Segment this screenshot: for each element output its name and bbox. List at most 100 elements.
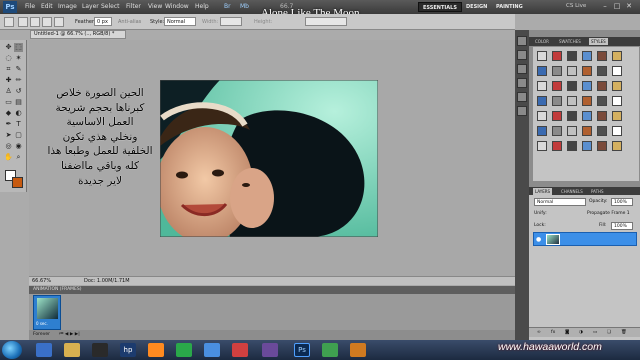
fill-input[interactable]: 100%	[611, 222, 633, 230]
workspace-painting[interactable]: PAINTING	[492, 2, 527, 12]
style-swatch[interactable]	[552, 51, 562, 61]
type-tool-icon[interactable]: T	[14, 120, 23, 129]
cs-live[interactable]: CS Live	[566, 3, 586, 9]
menu-image[interactable]: Image	[58, 3, 77, 10]
menu-help[interactable]: Help	[195, 3, 209, 10]
animation-panel-header[interactable]: ANIMATION (FRAMES)	[29, 286, 515, 294]
style-swatch[interactable]	[612, 96, 622, 106]
frame-delay[interactable]: 0 sec.	[36, 321, 48, 326]
dodge-tool-icon[interactable]: ◐	[14, 109, 23, 118]
style-swatch[interactable]	[612, 66, 622, 76]
zoom-tool-icon[interactable]: ⌕	[14, 153, 23, 162]
document-tab[interactable]: Untitled-1 @ 66.7% (.., RGB/8) *	[30, 30, 126, 39]
minibridge-icon[interactable]: Mb	[240, 3, 249, 10]
status-zoom[interactable]: 66.67%	[32, 277, 51, 285]
move-tool-icon[interactable]: ✥	[4, 43, 13, 52]
adjustment-icon[interactable]: ◑	[579, 330, 583, 335]
style-swatch[interactable]	[612, 111, 622, 121]
style-swatch[interactable]	[537, 66, 547, 76]
style-swatch[interactable]	[552, 126, 562, 136]
subtract-selection-icon[interactable]	[42, 17, 52, 27]
tab-layers[interactable]: LAYERS	[533, 188, 553, 195]
paragraph-panel-icon[interactable]	[517, 106, 527, 116]
style-swatch[interactable]	[597, 51, 607, 61]
marquee-tool-preset-icon[interactable]	[4, 17, 14, 27]
new-selection-icon[interactable]	[18, 17, 28, 27]
first-frame-icon[interactable]: ⏮	[59, 332, 63, 337]
feather-input[interactable]: 0 px	[94, 17, 112, 26]
group-icon[interactable]: ▭	[593, 330, 597, 335]
style-swatch[interactable]	[582, 141, 592, 151]
gradient-tool-icon[interactable]: ▤	[14, 98, 23, 107]
style-swatch[interactable]	[582, 81, 592, 91]
style-swatch[interactable]	[567, 96, 577, 106]
eyedropper-icon[interactable]: ✎	[14, 65, 23, 74]
explorer-icon[interactable]	[64, 343, 80, 357]
style-swatch[interactable]	[612, 51, 622, 61]
crop-tool-icon[interactable]: ⌗	[4, 65, 13, 74]
style-swatch[interactable]	[537, 111, 547, 121]
blur-tool-icon[interactable]: ◆	[4, 109, 13, 118]
tab-channels[interactable]: CHANNELS	[559, 188, 585, 195]
clone-source-icon[interactable]	[517, 78, 527, 88]
style-swatch[interactable]	[537, 81, 547, 91]
photoshop-taskbar-icon[interactable]: Ps	[294, 343, 310, 357]
menu-edit[interactable]: Edit	[41, 3, 53, 10]
loop-select[interactable]: Forever	[33, 332, 50, 337]
ie-icon[interactable]	[36, 343, 52, 357]
app-icon[interactable]	[322, 343, 338, 357]
style-swatch[interactable]	[552, 81, 562, 91]
style-swatch[interactable]	[582, 96, 592, 106]
eye-icon[interactable]: ●	[536, 236, 541, 243]
menu-view[interactable]: View	[148, 3, 162, 10]
style-swatch[interactable]	[597, 141, 607, 151]
magic-wand-icon[interactable]: ✶	[14, 54, 23, 63]
style-swatch[interactable]	[567, 126, 577, 136]
3d-rotate-icon[interactable]: ◎	[4, 142, 13, 151]
close-icon[interactable]: ✕	[624, 2, 634, 11]
path-select-icon[interactable]: ➤	[4, 131, 13, 140]
style-swatch[interactable]	[537, 96, 547, 106]
fx-icon[interactable]: fx	[551, 330, 555, 335]
3d-orbit-icon[interactable]: ◉	[14, 142, 23, 151]
anti-alias-checkbox[interactable]: Anti-alias	[118, 19, 141, 25]
style-swatch[interactable]	[552, 141, 562, 151]
shape-tool-icon[interactable]: ▢	[14, 131, 23, 140]
bridge-icon[interactable]: Br	[224, 3, 231, 10]
opacity-input[interactable]: 100%	[611, 198, 633, 206]
style-swatch[interactable]	[597, 81, 607, 91]
pen-tool-icon[interactable]: ✒	[4, 120, 13, 129]
play-icon[interactable]: ▶	[70, 332, 73, 337]
style-swatch[interactable]	[567, 111, 577, 121]
mask-icon[interactable]: ◙	[565, 330, 569, 335]
style-swatch[interactable]	[552, 96, 562, 106]
lasso-tool-icon[interactable]: ◌	[4, 54, 13, 63]
new-layer-icon[interactable]: ❏	[607, 330, 611, 335]
style-swatch[interactable]	[597, 66, 607, 76]
link-layers-icon[interactable]: ∞	[537, 330, 541, 335]
start-button[interactable]	[2, 341, 22, 359]
style-swatch[interactable]	[597, 126, 607, 136]
opera-icon[interactable]	[232, 343, 248, 357]
history-panel-icon[interactable]	[517, 36, 527, 46]
style-swatch[interactable]	[552, 111, 562, 121]
style-swatch[interactable]	[597, 96, 607, 106]
marquee-tool-icon[interactable]: ⬚	[14, 43, 23, 52]
tab-swatches[interactable]: SWATCHES	[557, 38, 583, 45]
tab-color[interactable]: COLOR	[533, 38, 551, 45]
style-swatch[interactable]	[537, 141, 547, 151]
prev-frame-icon[interactable]: ◀	[65, 332, 68, 337]
menu-layer[interactable]: Layer	[82, 3, 99, 10]
refine-edge-button[interactable]	[305, 17, 347, 26]
style-swatch[interactable]	[552, 66, 562, 76]
history-brush-icon[interactable]: ↺	[14, 87, 23, 96]
workspace-essentials[interactable]: ESSENTIALS	[418, 2, 462, 12]
trash-icon[interactable]: 🗑	[621, 330, 627, 335]
hand-tool-icon[interactable]: ✋	[4, 153, 13, 162]
app-icon[interactable]	[262, 343, 278, 357]
add-selection-icon[interactable]	[30, 17, 40, 27]
menu-window[interactable]: Window	[165, 3, 189, 10]
style-swatch[interactable]	[567, 81, 577, 91]
brush-tool-icon[interactable]: ✏	[14, 76, 23, 85]
layer-row[interactable]: ●	[533, 232, 637, 246]
